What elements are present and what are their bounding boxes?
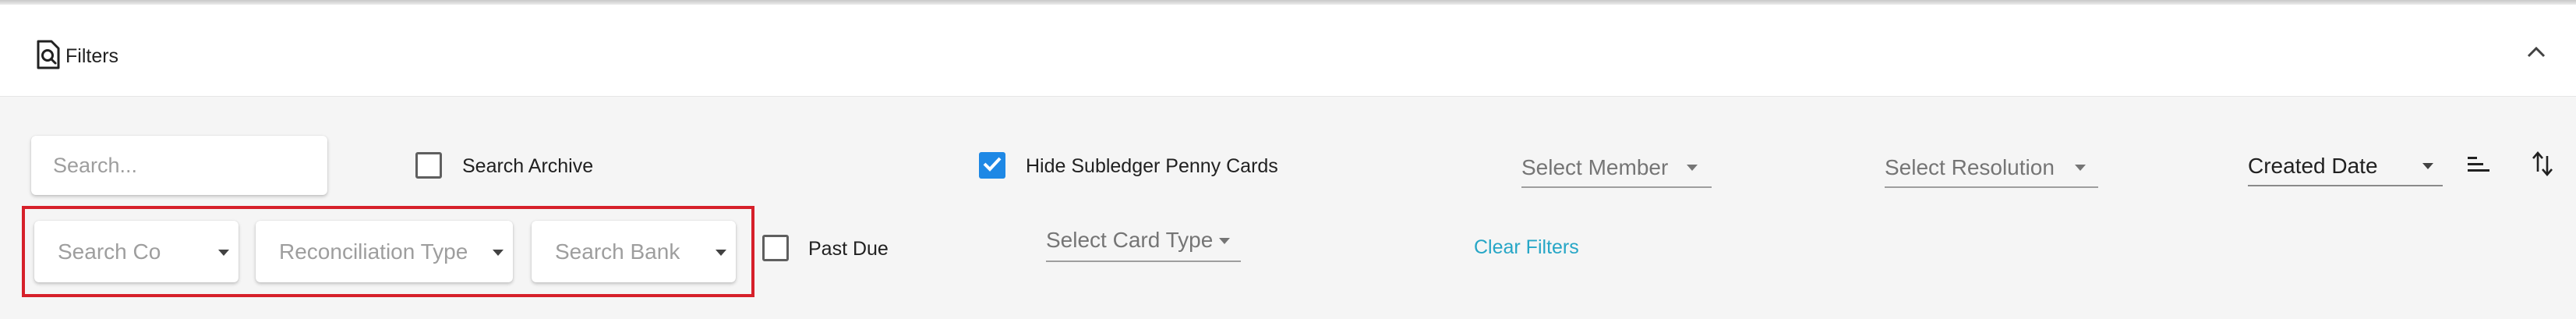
search-archive-label: Search Archive xyxy=(462,155,594,177)
sort-direction-button[interactable] xyxy=(2525,148,2560,183)
past-due-label: Past Due xyxy=(808,238,889,260)
select-resolution-dropdown[interactable]: Select Resolution xyxy=(1885,151,2098,188)
chevron-up-icon xyxy=(2525,44,2547,62)
select-member-dropdown[interactable]: Select Member xyxy=(1521,151,1712,188)
sort-lines-icon xyxy=(2466,154,2491,177)
swap-vertical-icon xyxy=(2531,151,2554,181)
chevron-down-icon xyxy=(1687,165,1698,171)
chevron-down-icon xyxy=(1219,238,1230,244)
document-search-icon xyxy=(36,39,61,70)
search-input[interactable] xyxy=(31,136,327,195)
select-card-type-value: Select Card Type xyxy=(1046,228,1214,252)
sort-lines-button[interactable] xyxy=(2461,148,2496,183)
search-archive-checkbox[interactable] xyxy=(415,152,442,179)
sort-by-value: Created Date xyxy=(2248,154,2378,178)
filters-panel-header[interactable]: Filters xyxy=(0,5,2576,97)
hide-subledger-checkbox[interactable] xyxy=(979,152,1005,179)
panel-title: Filters xyxy=(65,45,119,67)
highlight-annotation-box xyxy=(22,206,754,297)
chevron-down-icon xyxy=(2075,165,2086,171)
select-member-value: Select Member xyxy=(1521,155,1669,179)
checkmark-icon xyxy=(981,154,1003,177)
chevron-down-icon xyxy=(2422,163,2433,169)
clear-filters-link[interactable]: Clear Filters xyxy=(1474,236,1579,259)
hide-subledger-label: Hide Subledger Penny Cards xyxy=(1026,155,1278,177)
search-field[interactable] xyxy=(31,136,327,195)
select-card-type-dropdown[interactable]: Select Card Type xyxy=(1046,223,1241,262)
past-due-checkbox[interactable] xyxy=(762,235,789,261)
select-resolution-value: Select Resolution xyxy=(1885,155,2055,179)
collapse-button[interactable] xyxy=(2519,36,2553,70)
sort-by-dropdown[interactable]: Created Date xyxy=(2248,149,2443,186)
